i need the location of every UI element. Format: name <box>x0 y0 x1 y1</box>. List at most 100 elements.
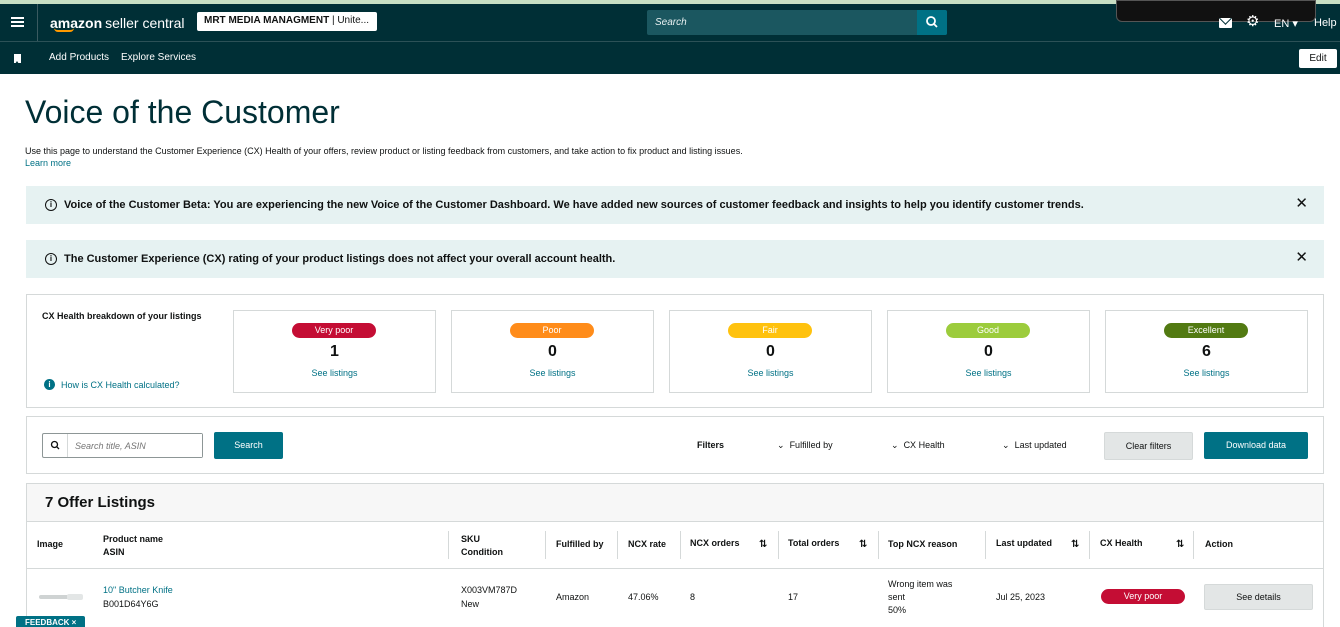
chevron-down-icon: ⌄ <box>1002 440 1010 450</box>
col-top-ncx-reason: Top NCX reason <box>888 539 958 549</box>
col-condition-label: Condition <box>461 547 503 557</box>
col-ncx-orders[interactable]: NCX orders <box>690 537 740 550</box>
cx-count: 0 <box>984 343 993 360</box>
sort-icon[interactable]: ⇅ <box>1176 539 1184 550</box>
see-details-button[interactable]: See details <box>1204 584 1313 610</box>
download-data-button[interactable]: Download data <box>1204 432 1308 459</box>
product-name-link[interactable]: 10" Butcher Knife <box>103 584 173 597</box>
language-selector[interactable]: EN ▾ <box>1274 17 1298 30</box>
table-title: 7 Offer Listings <box>45 494 156 511</box>
ncx-orders-value: 8 <box>690 592 696 602</box>
feedback-tab[interactable]: FEEDBACK × <box>16 616 85 627</box>
page-description: Use this page to understand the Customer… <box>25 146 743 156</box>
filters-label: Filters <box>697 440 725 450</box>
column-divider <box>680 531 681 559</box>
product-asin: B001D64Y6G <box>103 599 159 609</box>
col-fulfilled-by: Fulfilled by <box>556 539 604 549</box>
cx-card-poor: Poor 0 See listings <box>451 310 654 393</box>
close-icon[interactable]: ✕ <box>1295 250 1308 265</box>
column-divider <box>985 531 986 559</box>
global-search-input[interactable] <box>647 10 917 35</box>
cx-rating-banner: i The Customer Experience (CX) rating of… <box>26 240 1324 278</box>
search-icon <box>43 434 68 457</box>
sort-icon[interactable]: ⇅ <box>1071 539 1079 550</box>
cx-pill: Poor <box>510 323 594 338</box>
cx-count: 0 <box>548 343 557 360</box>
learn-more-link[interactable]: Learn more <box>25 158 71 168</box>
info-icon: i <box>45 199 57 211</box>
close-icon[interactable]: ✕ <box>1295 196 1308 211</box>
beta-banner-text: Voice of the Customer Beta: You are expe… <box>64 199 1084 211</box>
filter-label: CX Health <box>903 440 945 450</box>
top-ncx-reason: Wrong item was sent 50% <box>888 578 952 617</box>
bookmark-icon[interactable] <box>14 54 21 64</box>
sort-icon[interactable]: ⇅ <box>759 539 767 550</box>
see-listings-link[interactable]: See listings <box>670 368 871 378</box>
cx-count: 6 <box>1202 343 1211 360</box>
column-divider <box>617 531 618 559</box>
hamburger-menu-icon[interactable] <box>11 17 24 27</box>
see-listings-link[interactable]: See listings <box>234 368 435 378</box>
nav-explore-services[interactable]: Explore Services <box>121 52 196 63</box>
clear-filters-button[interactable]: Clear filters <box>1104 432 1193 460</box>
listing-search-input[interactable] <box>69 434 202 457</box>
col-cx-health[interactable]: CX Health <box>1100 537 1143 550</box>
see-listings-link[interactable]: See listings <box>452 368 653 378</box>
ncx-rate-value: 47.06% <box>628 592 659 602</box>
filter-fulfilled-by[interactable]: ⌄ Fulfilled by <box>777 440 833 451</box>
account-region: | Unite... <box>329 15 370 26</box>
help-link[interactable]: Help <box>1314 17 1337 29</box>
chevron-down-icon: ⌄ <box>891 440 899 450</box>
filter-label: Fulfilled by <box>789 440 833 450</box>
col-action: Action <box>1205 539 1233 549</box>
edit-nav-button[interactable]: Edit <box>1299 49 1337 68</box>
search-button[interactable] <box>917 10 947 35</box>
nav-add-products[interactable]: Add Products <box>49 52 109 63</box>
account-switcher[interactable]: MRT MEDIA MANAGMENT | Unite... <box>197 12 377 31</box>
see-listings-link[interactable]: See listings <box>1106 368 1307 378</box>
cx-health-badge: Very poor <box>1101 589 1185 604</box>
cx-pill: Good <box>946 323 1030 338</box>
sort-icon[interactable]: ⇅ <box>859 539 867 550</box>
table-header-bar: 7 Offer Listings <box>27 484 1323 522</box>
column-divider <box>545 531 546 559</box>
product-thumbnail[interactable] <box>39 594 83 600</box>
filter-cx-health[interactable]: ⌄ CX Health <box>891 440 945 451</box>
cx-health-help-link[interactable]: i How is CX Health calculated? <box>44 379 180 390</box>
search-icon <box>926 16 938 28</box>
product-sku: X003VM787D <box>461 585 518 595</box>
amazon-seller-central-logo[interactable]: amazon seller central <box>37 4 185 41</box>
col-ncx-rate: NCX rate <box>628 539 667 549</box>
logo-brand-rest: seller central <box>105 14 185 31</box>
top-reason-line-2: sent <box>888 592 906 602</box>
col-image: Image <box>37 539 64 549</box>
filter-bar: Search Filters ⌄ Fulfilled by ⌄ CX Healt… <box>26 416 1324 474</box>
cx-card-excellent: Excellent 6 See listings <box>1105 310 1308 393</box>
column-divider <box>1193 531 1194 559</box>
last-updated-value: Jul 25, 2023 <box>996 592 1046 602</box>
cx-count: 1 <box>330 343 339 360</box>
see-listings-link[interactable]: See listings <box>888 368 1089 378</box>
mail-icon[interactable] <box>1219 18 1232 28</box>
col-product-name: Product name ASIN <box>103 533 163 559</box>
search-listings-button[interactable]: Search <box>214 432 283 459</box>
top-reason-percent: 50% <box>888 605 907 615</box>
offer-listings-table: 7 Offer Listings Image Product name ASIN… <box>26 483 1324 627</box>
cx-card-fair: Fair 0 See listings <box>669 310 872 393</box>
filter-last-updated[interactable]: ⌄ Last updated <box>1002 440 1067 451</box>
chevron-down-icon: ⌄ <box>777 440 785 450</box>
fulfilled-by-value: Amazon <box>556 592 590 602</box>
gear-icon[interactable]: ⚙ <box>1246 14 1260 29</box>
top-reason-line-1: Wrong item was <box>888 579 953 589</box>
row-divider <box>27 568 1323 569</box>
col-total-orders[interactable]: Total orders <box>788 537 839 550</box>
column-divider <box>778 531 779 559</box>
info-icon: i <box>44 379 55 390</box>
col-last-updated[interactable]: Last updated <box>996 537 1052 550</box>
filter-label: Last updated <box>1014 440 1067 450</box>
cx-pill: Excellent <box>1164 323 1248 338</box>
cx-count: 0 <box>766 343 775 360</box>
page-title: Voice of the Customer <box>25 94 340 130</box>
smile-arrow-icon <box>54 28 74 32</box>
nav-bar: Add Products Explore Services Edit <box>0 41 1340 74</box>
